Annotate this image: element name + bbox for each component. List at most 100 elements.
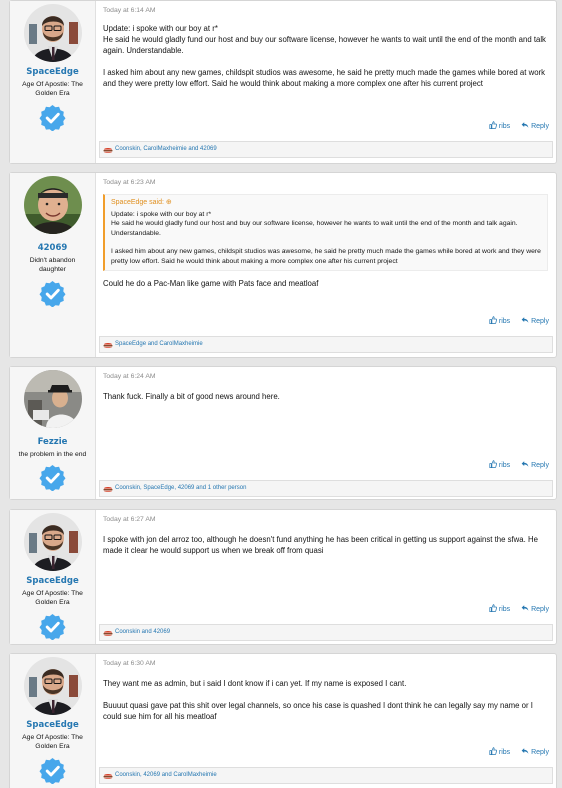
thumbs-up-icon: [489, 460, 497, 468]
like-label: ribs: [498, 749, 511, 756]
user-panel: SpaceEdge Age Of Apostle: The Golden Era: [10, 654, 96, 788]
burger-like-icon: [103, 485, 113, 493]
reply-button[interactable]: Reply: [521, 606, 549, 613]
message-body: They want me as admin, but i said I dont…: [103, 678, 550, 722]
reply-arrow-icon: [521, 460, 529, 468]
user-panel: SpaceEdge Age Of Apostle: The Golden Era: [10, 1, 96, 163]
username-link[interactable]: SpaceEdge: [10, 67, 95, 77]
likes-list-link[interactable]: Coonskin, 42069 and CarolMaxheimie: [115, 772, 217, 778]
username-link[interactable]: SpaceEdge: [10, 576, 95, 586]
like-label: ribs: [498, 123, 511, 130]
like-button[interactable]: ribs: [489, 462, 510, 469]
burger-like-icon: [103, 341, 113, 349]
user-panel: 42069 Didn't abandon daughter: [10, 173, 96, 357]
message-paragraph: Thank fuck. Finally a bit of good news a…: [103, 392, 280, 401]
post-timestamp-link[interactable]: Today at 6:23 AM: [103, 179, 550, 189]
like-label: ribs: [498, 462, 511, 469]
user-panel: SpaceEdge Age Of Apostle: The Golden Era: [10, 510, 96, 644]
verified-badge-icon: [39, 757, 66, 784]
likes-bar: Coonskin and 42069: [99, 624, 553, 641]
likes-bar: Coonskin, 42069 and CarolMaxheimie: [99, 767, 553, 784]
post-content: Today at 6:24 AM Thank fuck. Finally a b…: [96, 367, 556, 499]
likes-list-link[interactable]: SpaceEdge and CarolMaxheimie: [115, 341, 203, 347]
reply-arrow-icon: [521, 747, 529, 755]
verified-badge-icon: [39, 613, 66, 640]
post-timestamp-link[interactable]: Today at 6:24 AM: [103, 373, 550, 383]
quote-paragraph: I asked him about any new games, childsp…: [111, 248, 541, 265]
likes-list-link[interactable]: Coonskin and 42069: [115, 629, 170, 635]
likes-bar: Coonskin, SpaceEdge, 42069 and 1 other p…: [99, 480, 553, 497]
message-paragraph: They want me as admin, but i said I dont…: [103, 679, 407, 688]
likes-list-link[interactable]: Coonskin, CarolMaxheimie and 42069: [115, 146, 217, 152]
avatar[interactable]: [24, 176, 82, 234]
thumbs-up-icon: [489, 316, 497, 324]
like-label: ribs: [498, 318, 511, 325]
quote-block: SpaceEdge said: ⊕ Update: i spoke with o…: [103, 194, 548, 272]
quote-paragraph: Update: i spoke with our boy at r* He sa…: [111, 211, 518, 237]
message-paragraph: I asked him about any new games, childsp…: [103, 68, 546, 88]
message-paragraph: Buuuut quasi gave pat this shit over leg…: [103, 701, 533, 721]
like-button[interactable]: ribs: [489, 606, 510, 613]
avatar[interactable]: [24, 657, 82, 715]
thread: SpaceEdge Age Of Apostle: The Golden Era…: [0, 0, 562, 788]
user-title: the problem in the end: [18, 451, 87, 458]
thumbs-up-icon: [489, 747, 497, 755]
avatar[interactable]: [24, 4, 82, 62]
like-button[interactable]: ribs: [489, 123, 510, 130]
quote-expand-icon[interactable]: ⊕: [166, 199, 172, 206]
like-button[interactable]: ribs: [489, 749, 510, 756]
likes-list-link[interactable]: Coonskin, SpaceEdge, 42069 and 1 other p…: [115, 485, 246, 491]
reply-arrow-icon: [521, 316, 529, 324]
reply-label: Reply: [531, 606, 549, 613]
user-title: Age Of Apostle: The Golden Era: [22, 81, 83, 98]
post: SpaceEdge Age Of Apostle: The Golden Era…: [9, 509, 557, 645]
post-timestamp-link[interactable]: Today at 6:30 AM: [103, 660, 550, 670]
burger-like-icon: [103, 772, 113, 780]
reply-button[interactable]: Reply: [521, 749, 549, 756]
post-actions: ribs Reply: [480, 316, 549, 325]
reply-label: Reply: [531, 123, 549, 130]
reply-arrow-icon: [521, 604, 529, 612]
message-body: Update: i spoke with our boy at r* He sa…: [103, 23, 550, 89]
reply-button[interactable]: Reply: [521, 123, 549, 130]
post: Fezzie the problem in the end Today at 6…: [9, 366, 557, 500]
username-link[interactable]: SpaceEdge: [10, 720, 95, 730]
username-link[interactable]: 42069: [10, 243, 95, 253]
burger-like-icon: [103, 146, 113, 154]
post-actions: ribs Reply: [480, 747, 549, 756]
avatar[interactable]: [24, 370, 82, 428]
username-link[interactable]: Fezzie: [10, 437, 95, 447]
verified-badge-icon: [39, 280, 66, 307]
post-content: Today at 6:27 AM I spoke with jon del ar…: [96, 510, 556, 644]
avatar[interactable]: [24, 513, 82, 571]
post-actions: ribs Reply: [480, 121, 549, 130]
post-timestamp-link[interactable]: Today at 6:14 AM: [103, 7, 550, 17]
message-paragraph: I spoke with jon del arroz too, although…: [103, 535, 538, 555]
post: SpaceEdge Age Of Apostle: The Golden Era…: [9, 653, 557, 788]
message-body: I spoke with jon del arroz too, although…: [103, 534, 550, 556]
message-paragraph: Update: i spoke with our boy at r* He sa…: [103, 24, 546, 55]
reply-button[interactable]: Reply: [521, 462, 549, 469]
reply-label: Reply: [531, 749, 549, 756]
user-title: Age Of Apostle: The Golden Era: [22, 590, 83, 607]
reply-arrow-icon: [521, 121, 529, 129]
verified-badge-icon: [39, 464, 66, 491]
user-panel: Fezzie the problem in the end: [10, 367, 96, 499]
likes-bar: Coonskin, CarolMaxheimie and 42069: [99, 141, 553, 158]
reply-label: Reply: [531, 462, 549, 469]
likes-bar: SpaceEdge and CarolMaxheimie: [99, 336, 553, 353]
thumbs-up-icon: [489, 121, 497, 129]
quote-author[interactable]: SpaceEdge said:: [111, 199, 164, 206]
post-content: Today at 6:14 AM Update: i spoke with ou…: [96, 1, 556, 163]
reply-button[interactable]: Reply: [521, 318, 549, 325]
message-body: Could he do a Pac-Man like game with Pat…: [103, 278, 550, 289]
user-title: Age Of Apostle: The Golden Era: [22, 734, 83, 751]
quote-header[interactable]: SpaceEdge said: ⊕: [105, 195, 547, 208]
burger-like-icon: [103, 629, 113, 637]
like-button[interactable]: ribs: [489, 318, 510, 325]
post-timestamp-link[interactable]: Today at 6:27 AM: [103, 516, 550, 526]
post-content: Today at 6:30 AM They want me as admin, …: [96, 654, 556, 788]
user-title: Didn't abandon daughter: [29, 257, 76, 274]
post-actions: ribs Reply: [480, 604, 549, 613]
post: 42069 Didn't abandon daughter Today at 6…: [9, 172, 557, 358]
